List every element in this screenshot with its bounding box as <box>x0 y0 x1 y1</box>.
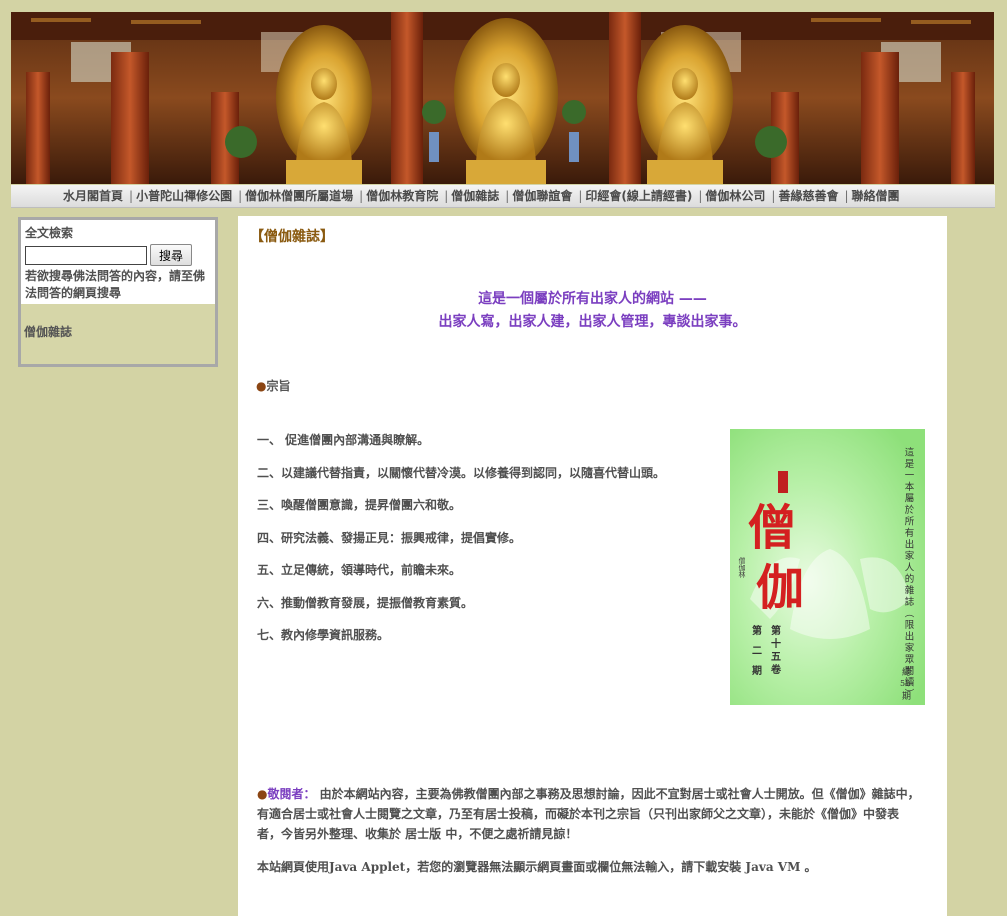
goal-item: 三、喚醒僧團意識，提昇僧團六和敬。 <box>257 498 462 512</box>
nav-link-contact[interactable]: 聯絡僧團 <box>852 189 900 203</box>
cover-issue: 第二期 <box>750 624 762 685</box>
goal-item: 五、立足傳統，領導時代，前瞻未來。 <box>257 563 462 577</box>
nav-separator: | <box>578 189 583 203</box>
temple-banner-image <box>11 12 994 184</box>
cover-total-unit: 期 <box>902 691 911 702</box>
nav-link-charity[interactable]: 善緣慈善會 <box>778 189 838 203</box>
nav-separator: | <box>844 189 849 203</box>
sidebar-link-magazine[interactable]: 僧伽雜誌 <box>24 323 215 340</box>
slogan-line-1: 這是一個屬於所有出家人的網站 —— <box>478 291 707 307</box>
goal-item: 六、推動僧教育發展，提振僧教育素質。 <box>257 595 474 610</box>
nav-link-monasteries[interactable]: 僧伽林僧團所屬道場 <box>245 189 353 203</box>
goal-item: 二、以建議代替指責，以關懷代替冷漠。以修養得到認同，以隨喜代替山頭。 <box>257 465 666 480</box>
nav-link-education[interactable]: 僧伽林教育院 <box>366 189 438 203</box>
slogan-line-2: 出家人寫，出家人建，出家人管理，專談出家事。 <box>438 314 747 330</box>
search-hint: 若欲搜尋佛法問答的內容，請至佛法問答的網頁搜尋 <box>25 269 206 300</box>
search-panel: 全文檢索 搜尋 若欲搜尋佛法問答的內容，請至佛法問答的網頁搜尋 <box>21 220 215 304</box>
magazine-cover-image: 這是一本屬於所有出家人的雜誌（限出家眾閱讀） 僧 伽 僧伽林 第十五卷 第二期 … <box>730 429 925 705</box>
top-navigation-bar: 水月閣首頁 | 小普陀山禪修公園 | 僧伽林僧團所屬道場 | 僧伽林教育院 | 僧伽雜誌 | 僧伽聯… <box>11 185 995 208</box>
nav-separator: | <box>238 189 243 203</box>
nav-separator: | <box>698 189 703 203</box>
cover-title-char-1: 僧 <box>748 500 796 556</box>
notice-label: 敬閱者： <box>267 787 316 801</box>
nav-separator: | <box>771 189 776 203</box>
search-button[interactable]: 搜尋 <box>150 244 192 266</box>
slogan: 這是一個屬於所有出家人的網站 —— 出家人寫，出家人建，出家人管理，專談出家事。 <box>238 288 947 334</box>
nav-link-fellowship[interactable]: 僧伽聯誼會 <box>512 189 572 203</box>
goal-item: 七、教內修學資訊服務。 <box>257 628 390 642</box>
nav-separator: | <box>129 189 134 203</box>
cover-vertical-text: 這是一本屬於所有出家人的雜誌（限出家眾閱讀） <box>903 446 915 700</box>
nav-link-home[interactable]: 水月閣首頁 <box>63 189 123 203</box>
nav-link-company[interactable]: 僧伽林公司 <box>705 189 765 203</box>
notice-text: 由於本網站內容，主要為佛教僧團內部之事務及思想討論，因此不宜對居士或社會人士開放… <box>257 787 920 841</box>
nav-separator: | <box>444 189 449 203</box>
cover-seal-text: 僧伽林 <box>738 556 746 579</box>
notice-paragraph: ●敬閱者： 由於本網站內容，主要為佛教僧團內部之事務及思想討論，因此不宜對居士或… <box>257 784 922 844</box>
nav-link-meditation-park[interactable]: 小普陀山禪修公園 <box>136 189 232 203</box>
nav-separator: | <box>359 189 364 203</box>
purpose-heading-text: 宗旨 <box>266 379 291 393</box>
purpose-heading: ●宗旨 <box>256 377 291 394</box>
search-input[interactable] <box>25 245 147 265</box>
cover-title-char-2: 伽 <box>756 560 804 616</box>
search-title: 全文檢索 <box>25 226 74 240</box>
java-note: 本站網頁使用Java Applet，若您的瀏覽器無法顯示網頁畫面或欄位無法輸入，… <box>257 860 817 874</box>
cover-total-number: 58 <box>900 679 910 688</box>
nav-link-magazine[interactable]: 僧伽雜誌 <box>451 189 499 203</box>
nav-link-sutra-printing[interactable]: 印經會(線上請經書) <box>585 189 692 203</box>
goal-item: 一、 促進僧團內部溝通與瞭解。 <box>257 433 430 447</box>
goal-item: 四、研究法義、發揚正見：振興戒律，提倡實修。 <box>257 530 522 545</box>
bullet-icon: ● <box>257 787 268 801</box>
cover-total-label: 總 <box>902 666 911 678</box>
sidebar: 全文檢索 搜尋 若欲搜尋佛法問答的內容，請至佛法問答的網頁搜尋 僧伽雜誌 <box>18 217 218 367</box>
nav-separator: | <box>505 189 510 203</box>
page-title: 【僧伽雜誌】 <box>250 229 334 245</box>
goals-list: 一、 促進僧團內部溝通與瞭解。 二、以建議代替指責，以關懷代替冷漠。以修養得到認… <box>257 430 709 658</box>
bullet-icon: ● <box>256 379 267 393</box>
main-content: 【僧伽雜誌】 這是一個屬於所有出家人的網站 —— 出家人寫，出家人建，出家人管理… <box>238 216 947 916</box>
